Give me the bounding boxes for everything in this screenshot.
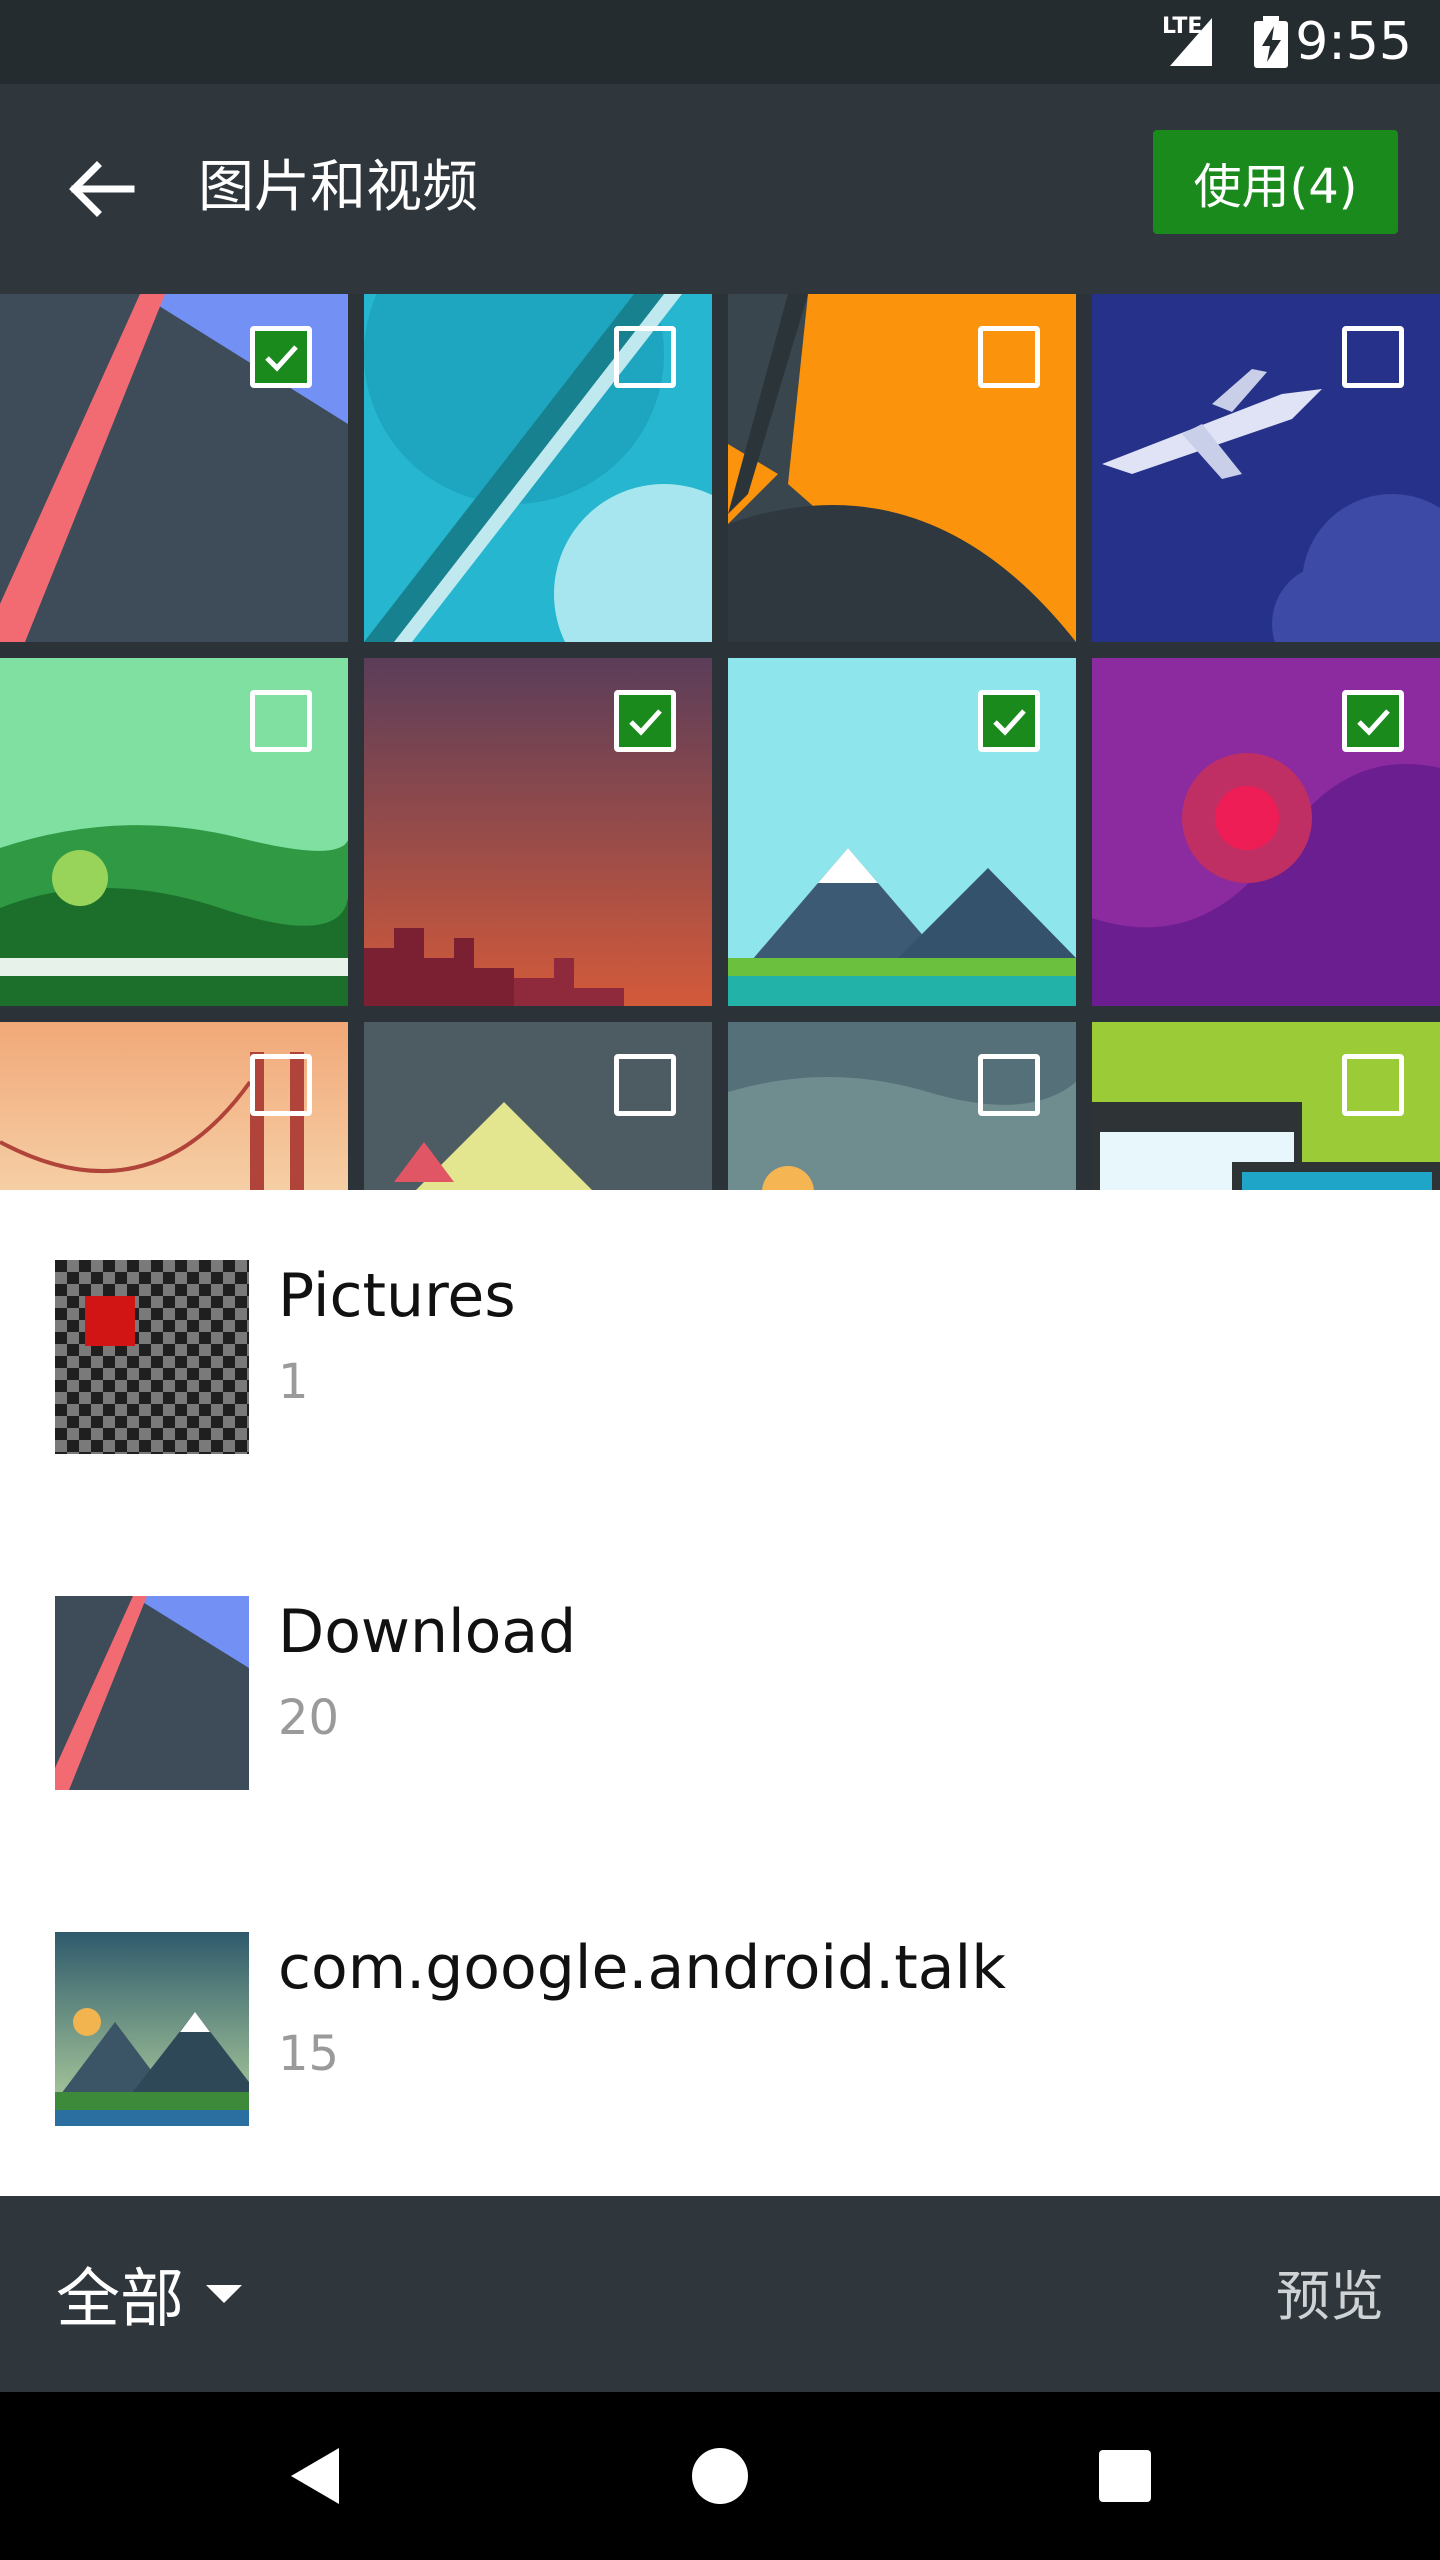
grid-tile[interactable]: [0, 294, 348, 642]
select-checkbox[interactable]: [1342, 326, 1404, 388]
app-bar: 图片和视频 使用(4): [0, 84, 1440, 294]
select-checkbox[interactable]: [1342, 690, 1404, 752]
album-item[interactable]: Pictures 1: [0, 1190, 1440, 1526]
select-checkbox[interactable]: [978, 690, 1040, 752]
select-checkbox[interactable]: [250, 1054, 312, 1116]
select-checkbox[interactable]: [1342, 1054, 1404, 1116]
nav-home-icon: [692, 2448, 748, 2504]
album-count: 15: [278, 2026, 340, 2082]
grid-tile[interactable]: [0, 1022, 348, 1190]
clock: 9:55: [1295, 12, 1412, 72]
select-checkbox[interactable]: [250, 690, 312, 752]
red-diagonal-thumb: [55, 1596, 249, 1790]
album-name: Download: [278, 1597, 577, 1667]
mountain-thumb: [55, 1932, 249, 2126]
nav-recents-button[interactable]: [1075, 2426, 1175, 2526]
album-filter-label: 全部: [56, 2263, 184, 2337]
grid-tile[interactable]: [0, 658, 348, 1006]
checker-red-thumb: [55, 1260, 249, 1454]
album-item[interactable]: Download 20: [0, 1526, 1440, 1862]
arrow-back-icon: [69, 161, 135, 217]
battery-charging-icon: [1254, 16, 1288, 68]
use-button[interactable]: 使用(4): [1153, 130, 1398, 234]
back-button[interactable]: [50, 139, 150, 239]
select-checkbox[interactable]: [978, 326, 1040, 388]
album-list: Pictures 1 Download 20 com.google.androi…: [0, 1190, 1440, 2196]
grid-tile[interactable]: [728, 294, 1076, 642]
page-title: 图片和视频: [198, 155, 478, 220]
check-icon: [1357, 709, 1390, 736]
nav-back-button[interactable]: [265, 2426, 365, 2526]
signal-icon: [1170, 18, 1212, 66]
nav-back-icon: [291, 2448, 339, 2504]
nav-home-button[interactable]: [670, 2426, 770, 2526]
album-filter-dropdown[interactable]: 全部: [56, 2252, 242, 2337]
grid-tile[interactable]: [364, 658, 712, 1006]
select-checkbox[interactable]: [250, 326, 312, 388]
select-checkbox[interactable]: [978, 1054, 1040, 1116]
grid-tile[interactable]: [1092, 294, 1440, 642]
album-count: 20: [278, 1690, 340, 1746]
dropdown-caret-icon: [206, 2285, 242, 2303]
select-checkbox[interactable]: [614, 690, 676, 752]
grid-tile[interactable]: [728, 658, 1076, 1006]
select-checkbox[interactable]: [614, 326, 676, 388]
grid-tile[interactable]: [1092, 1022, 1440, 1190]
media-grid: [0, 294, 1440, 1190]
nav-recents-icon: [1099, 2450, 1151, 2502]
preview-button[interactable]: 预览: [1276, 2262, 1384, 2332]
bottom-toolbar: 全部 预览: [0, 2196, 1440, 2392]
check-icon: [629, 709, 662, 736]
album-name: Pictures: [278, 1261, 516, 1331]
status-bar: LTE 9:55: [0, 0, 1440, 84]
grid-tile[interactable]: [1092, 658, 1440, 1006]
grid-tile[interactable]: [728, 1022, 1076, 1190]
check-icon: [993, 709, 1026, 736]
grid-tile[interactable]: [364, 1022, 712, 1190]
album-count: 1: [278, 1354, 309, 1410]
system-nav-bar: [0, 2392, 1440, 2560]
album-name: com.google.android.talk: [278, 1933, 1006, 2003]
grid-tile[interactable]: [364, 294, 712, 642]
check-icon: [265, 345, 298, 372]
album-item[interactable]: com.google.android.talk 15: [0, 1862, 1440, 2198]
select-checkbox[interactable]: [614, 1054, 676, 1116]
